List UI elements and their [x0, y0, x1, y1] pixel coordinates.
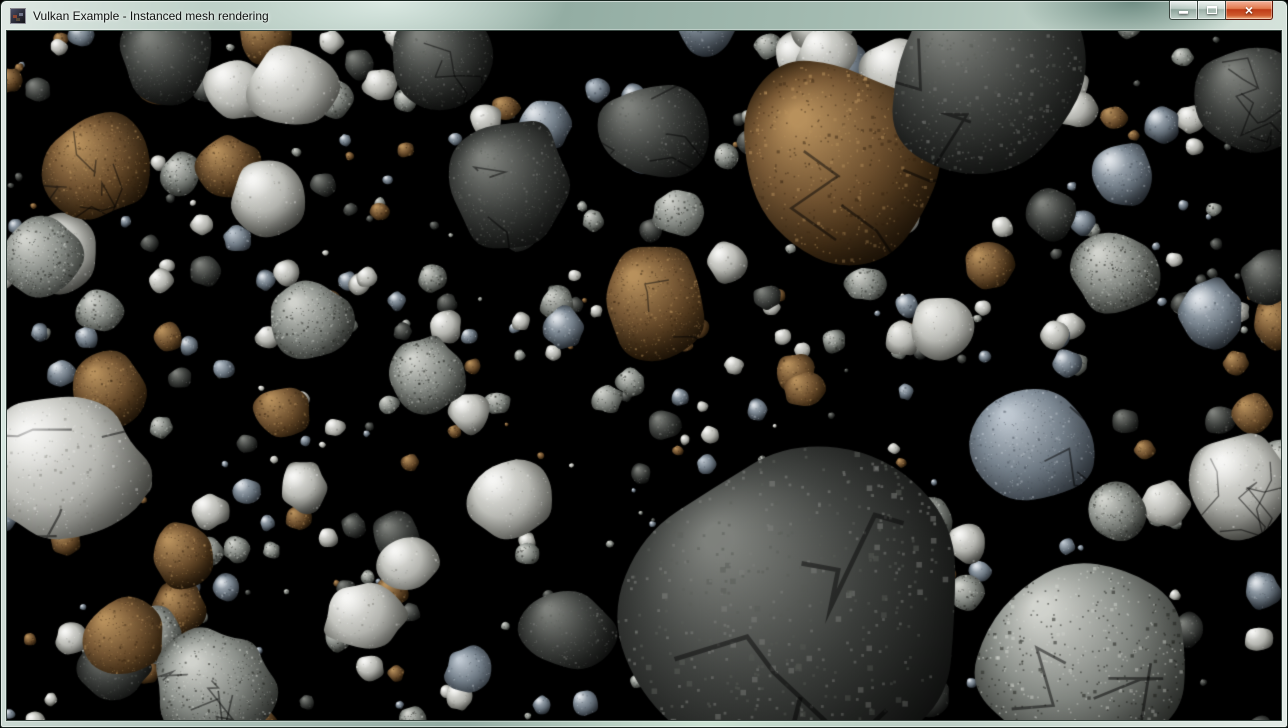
- app-icon: [10, 8, 26, 24]
- maximize-button[interactable]: [1198, 1, 1226, 20]
- window-title: Vulkan Example - Instanced mesh renderin…: [33, 9, 269, 23]
- maximize-icon: [1207, 6, 1217, 14]
- render-viewport: [6, 30, 1282, 721]
- minimize-icon: [1179, 11, 1188, 14]
- minimize-button[interactable]: [1169, 1, 1198, 20]
- render-canvas[interactable]: [7, 31, 1281, 720]
- titlebar[interactable]: Vulkan Example - Instanced mesh renderin…: [1, 1, 1287, 30]
- close-icon: ×: [1245, 3, 1253, 17]
- close-button[interactable]: ×: [1226, 1, 1273, 20]
- window-controls: ×: [1169, 1, 1273, 20]
- app-window: Vulkan Example - Instanced mesh renderin…: [0, 0, 1288, 728]
